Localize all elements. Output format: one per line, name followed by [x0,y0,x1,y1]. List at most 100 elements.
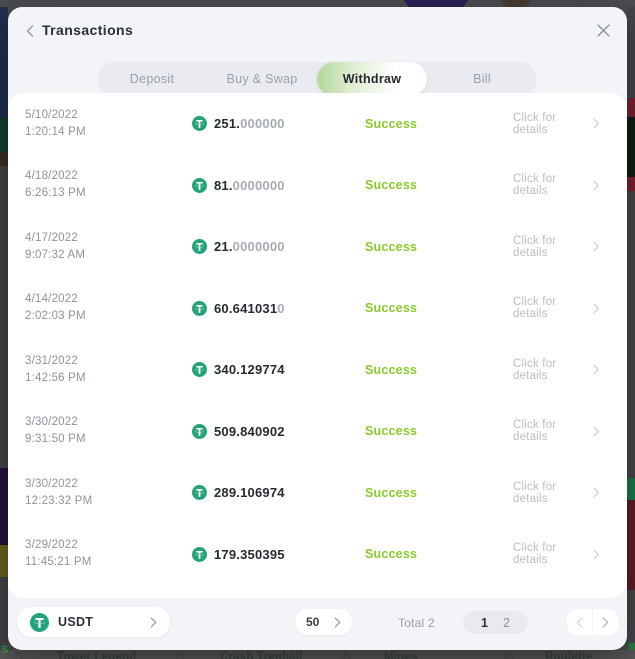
status-badge: Success [365,178,513,192]
transaction-time: 1:42:56 PM [25,370,192,387]
transaction-time: 2:02:03 PM [25,308,192,325]
amount-value: 60.6410310 [214,301,285,316]
details-link[interactable]: Click for details [513,542,600,566]
amount-trailing-zeros: 0000000 [233,178,285,193]
transactions-table: 5/10/2022 1:20:14 PM 251.000000 Success … [8,93,627,598]
details-link[interactable]: Click for details [513,419,600,443]
status-badge: Success [365,301,513,315]
background-edge-right-3 [627,117,635,177]
table-row: 3/29/2022 11:45:21 PM 179.350395 Success… [25,524,600,586]
background-game-name: Crash Trenball [220,651,303,659]
previous-page-button[interactable] [567,609,592,635]
modal-header: Transactions [8,7,627,55]
chevron-right-icon [593,241,600,252]
transaction-amount: 289.106974 [192,485,365,500]
page-numbers: 1 2 [463,611,528,634]
chevron-right-icon [593,118,600,129]
chevron-right-icon [593,364,600,375]
details-label: Click for details [513,542,589,566]
chevron-left-icon [576,617,583,628]
tab-withdraw[interactable]: Withdraw [317,62,427,96]
status-badge: Success [365,547,513,561]
details-link[interactable]: Click for details [513,235,600,259]
transaction-datetime: 5/10/2022 1:20:14 PM [25,107,192,141]
transaction-amount: 179.350395 [192,547,365,562]
background-edge-left-7 [0,577,8,650]
transaction-date: 5/10/2022 [25,107,192,124]
transaction-date: 4/14/2022 [25,291,192,308]
amount-value: 21.0000000 [214,239,285,254]
chevron-left-icon [26,25,34,37]
help-icon: ? [13,652,22,659]
details-link[interactable]: Click for details [513,112,600,136]
amount-trailing-zeros: 0000000 [233,239,285,254]
status-badge: Success [365,486,513,500]
transaction-time: 6:26:13 PM [25,185,192,202]
page-number-2[interactable]: 2 [503,616,510,630]
modal-footer: USDT 50 Total 2 1 2 [8,598,627,650]
details-link[interactable]: Click for details [513,481,600,505]
tether-icon [192,116,207,131]
background-edge-right-8 [627,590,635,650]
tether-icon [192,547,207,562]
transaction-date: 4/18/2022 [25,168,192,185]
tab-bill[interactable]: Bill [427,62,537,96]
transaction-datetime: 4/18/2022 6:26:13 PM [25,168,192,202]
transaction-date: 3/30/2022 [25,414,192,431]
details-label: Click for details [513,112,589,136]
tether-icon [30,613,49,632]
page-size-selector[interactable]: 50 [295,609,352,635]
amount-significant: 340.129774 [214,362,285,377]
transaction-datetime: 4/17/2022 9:07:32 AM [25,230,192,264]
table-row: 3/30/2022 9:31:50 PM 509.840902 Success … [25,401,600,463]
details-label: Click for details [513,296,589,320]
table-row: 5/10/2022 1:20:14 PM 251.000000 Success … [25,93,600,155]
help-icon: ? [505,652,514,659]
background-edge-right-2 [627,98,635,117]
status-badge: Success [365,363,513,377]
page-number-1[interactable]: 1 [481,616,488,630]
next-page-button[interactable] [593,609,618,635]
background-edge-left-2 [0,118,8,152]
amount-value: 509.840902 [214,424,285,439]
background-edge-right-6 [627,478,635,500]
background-green-square [628,643,635,650]
back-button[interactable] [22,23,38,39]
transaction-date: 4/17/2022 [25,230,192,247]
tether-icon [192,362,207,377]
tether-icon [192,424,207,439]
tab-buy-swap[interactable]: Buy & Swap [207,62,317,96]
tether-icon [192,301,207,316]
transaction-datetime: 3/30/2022 9:31:50 PM [25,414,192,448]
details-link[interactable]: Click for details [513,173,600,197]
details-link[interactable]: Click for details [513,296,600,320]
status-badge: Success [365,424,513,438]
amount-trailing-zeros: 0 [277,301,284,316]
transaction-datetime: 3/31/2022 1:42:56 PM [25,353,192,387]
status-badge: Success [365,240,513,254]
table-row: 3/30/2022 12:23:32 PM 289.106974 Success… [25,462,600,524]
close-button[interactable] [596,23,611,38]
transaction-amount: 21.0000000 [192,239,365,254]
background-edge-right-7 [627,500,635,590]
chevron-right-icon [593,303,600,314]
amount-significant: 60.641031 [214,301,277,316]
currency-selector[interactable]: USDT [17,607,170,637]
transaction-datetime: 3/29/2022 11:45:21 PM [25,537,192,571]
transaction-date: 3/31/2022 [25,353,192,370]
details-label: Click for details [513,235,589,259]
details-link[interactable]: Click for details [513,358,600,382]
table-row: 4/17/2022 9:07:32 AM 21.0000000 Success … [25,216,600,278]
amount-significant: 21. [214,239,233,254]
amount-significant: 509.840902 [214,424,285,439]
page-title: Transactions [42,22,133,38]
transaction-datetime: 3/30/2022 12:23:32 PM [25,476,192,510]
tab-deposit[interactable]: Deposit [97,62,207,96]
details-label: Click for details [513,173,589,197]
chevron-right-icon [593,180,600,191]
transaction-amount: 251.000000 [192,116,365,131]
table-row: 3/31/2022 1:42:56 PM 340.129774 Success … [25,339,600,401]
amount-value: 289.106974 [214,485,285,500]
transaction-date: 3/29/2022 [25,537,192,554]
chevron-right-icon [593,426,600,437]
